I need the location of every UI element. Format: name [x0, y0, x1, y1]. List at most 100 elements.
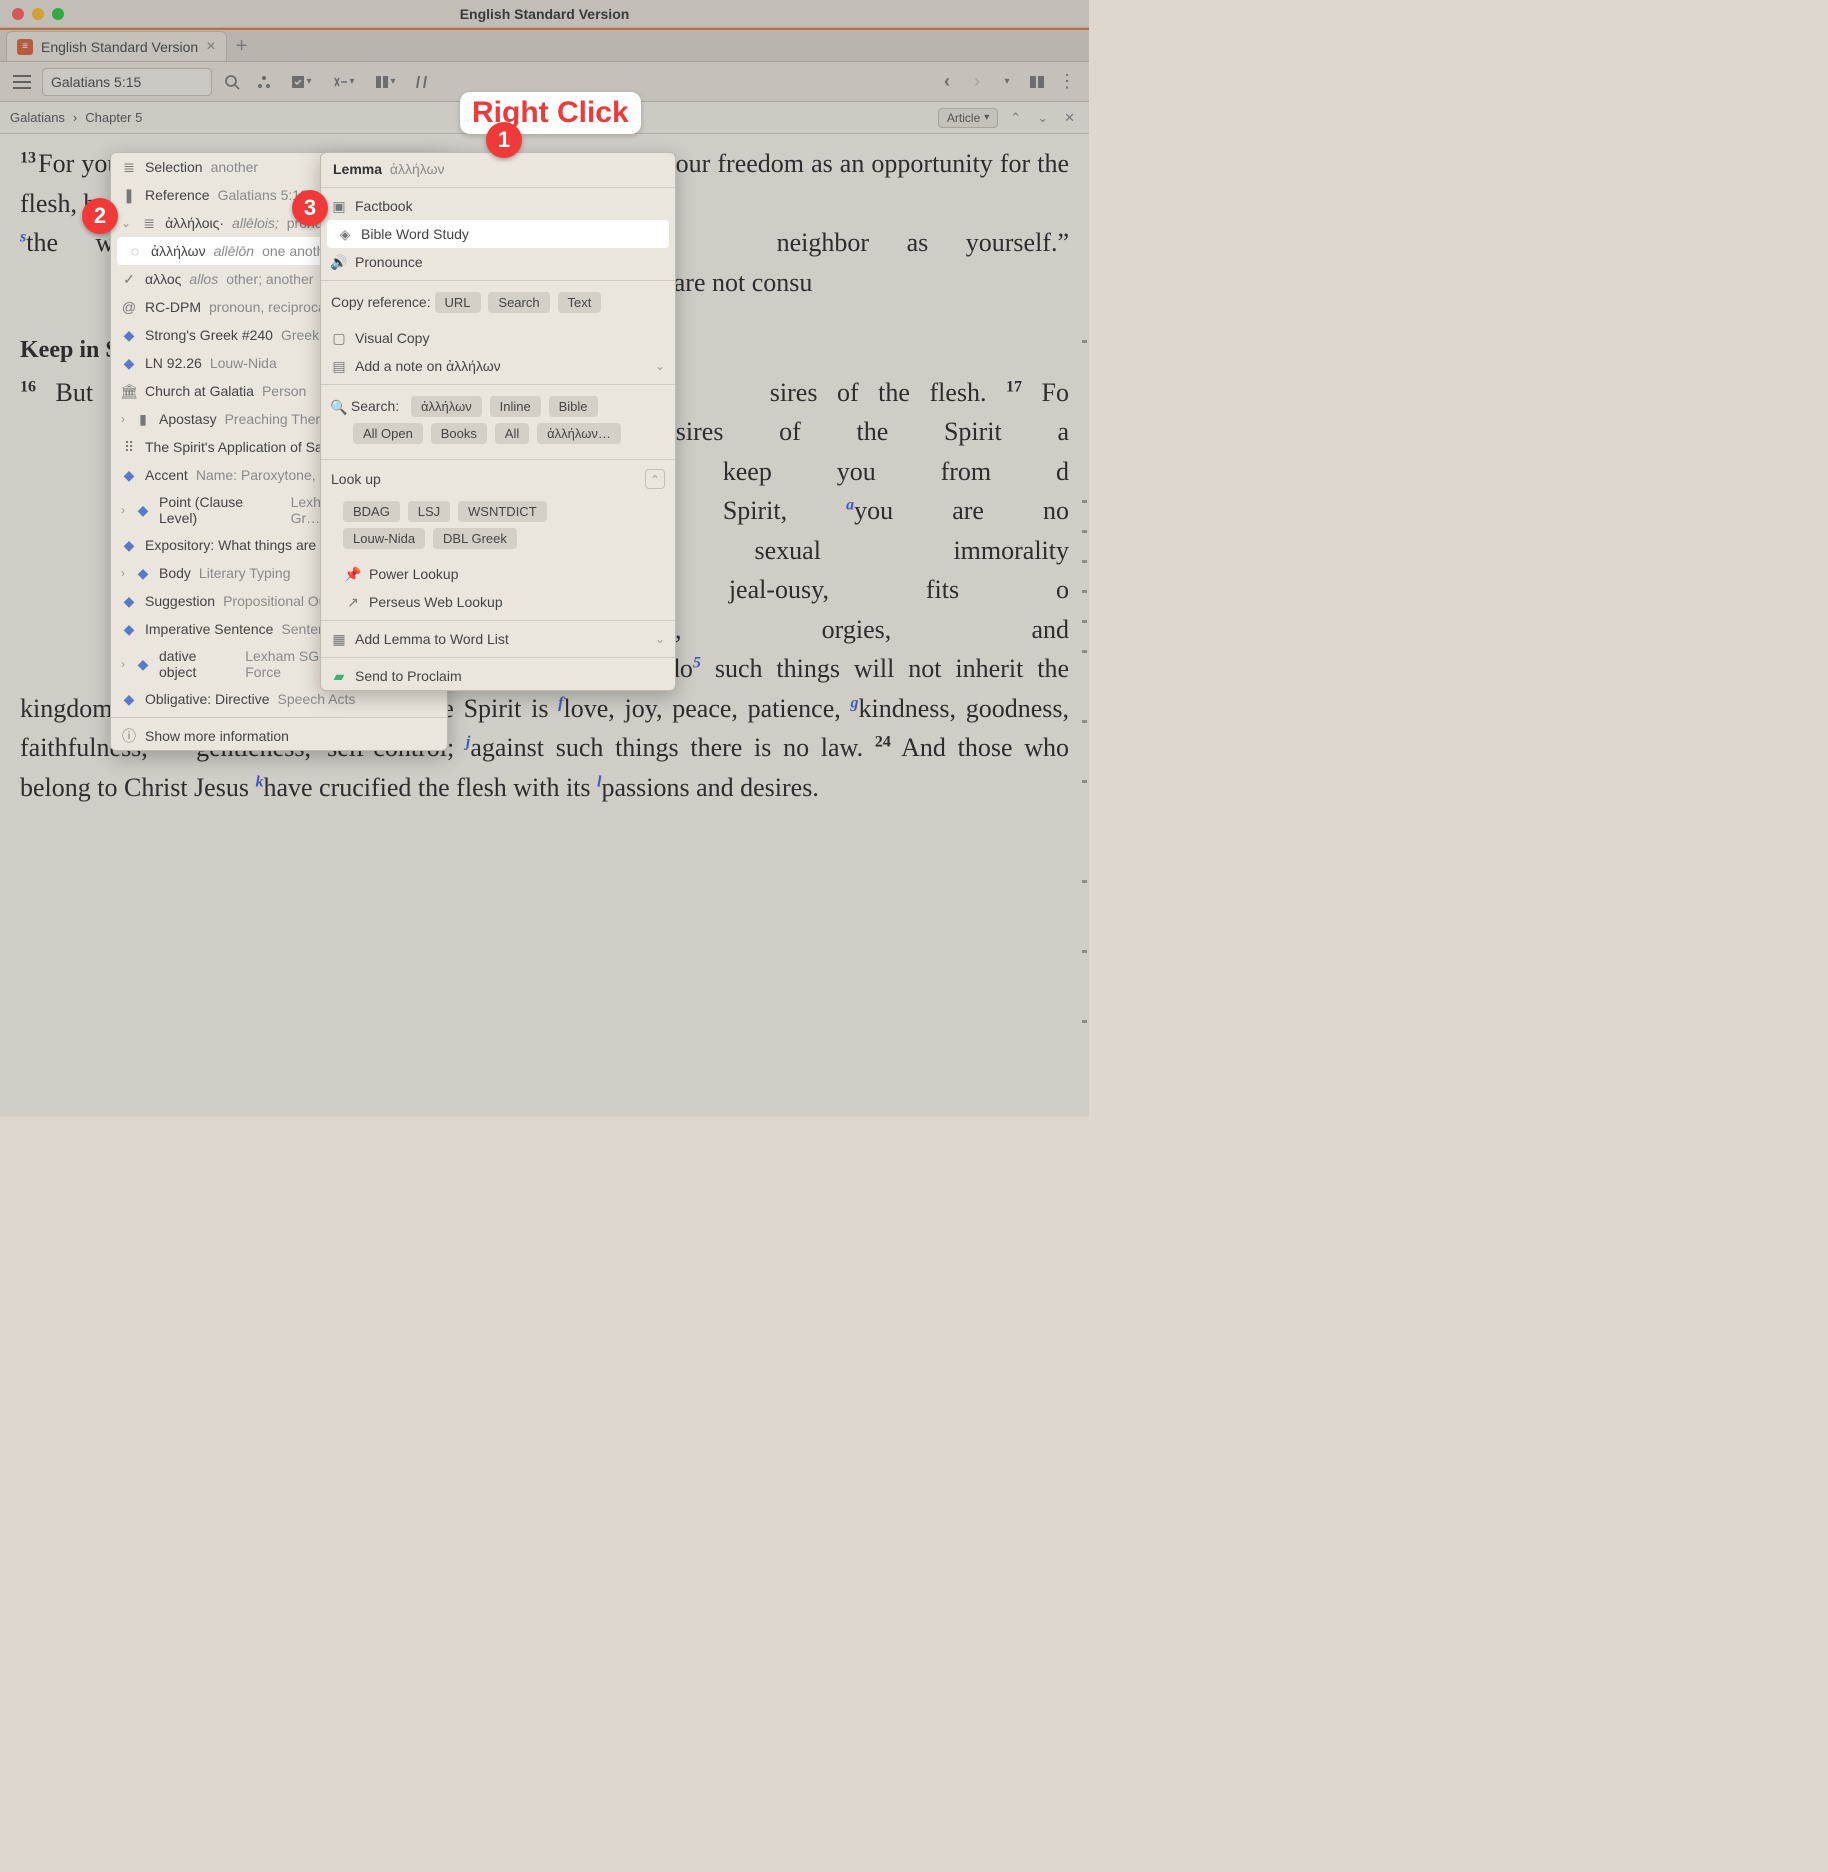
book-icon: ≡	[17, 39, 33, 55]
verse-num-16: 16	[20, 378, 36, 395]
reference-input[interactable]: Galatians 5:15	[42, 68, 212, 96]
nav-dropdown-icon[interactable]: ▾	[995, 70, 1019, 94]
ctx-power-lookup[interactable]: 📌 Power Lookup	[321, 560, 675, 588]
breadcrumb-chapter[interactable]: Chapter 5	[85, 110, 142, 125]
pill-louw[interactable]: Louw-Nida	[343, 528, 425, 549]
chevron-up-icon[interactable]: ⌃	[645, 469, 665, 489]
pill-lemma[interactable]: ἀλλήλων	[411, 396, 482, 417]
minimap-scrollbar[interactable]	[1082, 160, 1089, 1109]
hamburger-icon	[13, 75, 31, 89]
context-menu-actions: Lemma ἀλλήλων ▣ Factbook ◈ Bible Word St…	[320, 152, 676, 691]
menu-button[interactable]	[10, 70, 34, 94]
minimize-window-btn[interactable]	[32, 8, 44, 20]
pill-text[interactable]: Text	[558, 292, 602, 313]
pill-lsj[interactable]: LSJ	[408, 501, 450, 522]
chevron-down-icon: ⌄	[655, 632, 665, 646]
diamond-icon: ◆	[135, 502, 151, 518]
parallel-icon[interactable]	[410, 70, 434, 94]
panel-toggle-icon[interactable]	[1025, 70, 1049, 94]
bws-icon: ◈	[337, 226, 353, 242]
pill-bible[interactable]: Bible	[549, 396, 598, 417]
diamond-icon: ◆	[121, 327, 137, 343]
link-icon[interactable]: ▾	[326, 70, 360, 94]
flag-icon: ▰	[331, 668, 347, 684]
pill-books[interactable]: Books	[431, 423, 487, 444]
pill-wsnt[interactable]: WSNTDICT	[458, 501, 547, 522]
ctx-perseus[interactable]: ↗ Perseus Web Lookup	[321, 588, 675, 616]
diamond-icon: ◆	[121, 355, 137, 371]
ctx-factbook[interactable]: ▣ Factbook	[321, 192, 675, 220]
chevron-right-icon: ›	[121, 412, 125, 426]
diamond-icon: ◆	[135, 656, 151, 672]
note-icon: ▤	[331, 358, 347, 374]
close-window-btn[interactable]	[12, 8, 24, 20]
ctx-lookup-header[interactable]: Look up ⌃	[321, 464, 675, 494]
search-icon: 🔍	[331, 399, 347, 415]
pill-search[interactable]: Search	[488, 292, 549, 313]
more-icon[interactable]: ⋮	[1055, 70, 1079, 94]
pin-icon: 📌	[345, 566, 361, 582]
diamond-icon: ◆	[121, 691, 137, 707]
pill-all[interactable]: All	[495, 423, 529, 444]
related-icon[interactable]	[252, 70, 276, 94]
reference-text: Galatians 5:15	[51, 74, 141, 90]
tab-esv[interactable]: ≡ English Standard Version ×	[6, 31, 227, 61]
breadcrumb-book[interactable]: Galatians	[10, 110, 65, 125]
tab-label: English Standard Version	[41, 39, 198, 55]
section-up-icon[interactable]: ⌃	[1006, 110, 1025, 126]
callout-right-click: Right Click	[460, 92, 641, 134]
at-icon: @	[121, 299, 137, 315]
pill-bdag[interactable]: BDAG	[343, 501, 400, 522]
ctx-search-section: 🔍 Search: ἀλλήλων Inline Bible All Open …	[321, 389, 675, 455]
close-panel-icon[interactable]: ✕	[1060, 110, 1079, 126]
close-tab-icon[interactable]: ×	[206, 38, 215, 56]
columns-icon[interactable]: ▾	[368, 70, 402, 94]
footnote-5[interactable]: 5	[693, 654, 701, 671]
ctx-add-note[interactable]: ▤ Add a note on ἀλλήλων ⌄	[321, 352, 675, 380]
diamond-icon: ◆	[135, 565, 151, 581]
ctx-bible-word-study[interactable]: ◈ Bible Word Study	[327, 220, 669, 248]
notes-icon[interactable]: ▾	[284, 70, 318, 94]
verse-num-17: 17	[1006, 378, 1022, 395]
lines-icon: ≣	[141, 215, 157, 231]
diamond-icon: ◆	[121, 467, 137, 483]
ctx-show-more[interactable]: ⓘ Show more information	[111, 722, 447, 750]
nav-back-icon[interactable]: ‹	[935, 70, 959, 94]
ctx-visual-copy[interactable]: ▢ Visual Copy	[321, 324, 675, 352]
diamond-icon: ◆	[121, 537, 137, 553]
verse-num-24: 24	[875, 734, 891, 751]
diamond-icon: ◆	[121, 621, 137, 637]
ctx-pronounce[interactable]: 🔊 Pronounce	[321, 248, 675, 276]
pill-inline[interactable]: Inline	[490, 396, 541, 417]
flag-icon: ▮	[135, 411, 151, 427]
ctx-send-proclaim[interactable]: ▰ Send to Proclaim	[321, 662, 675, 690]
image-icon: ▢	[331, 330, 347, 346]
pill-url[interactable]: URL	[435, 292, 481, 313]
list-icon: ▦	[331, 631, 347, 647]
window-title: English Standard Version	[0, 6, 1089, 22]
pill-dbl[interactable]: DBL Greek	[433, 528, 517, 549]
pill-lemma-ellipsis[interactable]: ἀλλήλων…	[537, 423, 621, 444]
pill-all-open[interactable]: All Open	[353, 423, 423, 444]
callout-1: 1	[486, 122, 522, 158]
new-tab-button[interactable]: +	[227, 31, 257, 61]
article-dropdown[interactable]: Article▾	[938, 108, 998, 128]
selection-icon: ≣	[121, 159, 137, 175]
tab-strip: ≡ English Standard Version × +	[0, 28, 1089, 62]
chevron-down-icon: ⌄	[121, 216, 131, 230]
maximize-window-btn[interactable]	[52, 8, 64, 20]
callout-2: 2	[82, 198, 118, 234]
check-icon: ✓	[121, 271, 137, 287]
ctx-add-wordlist[interactable]: ▦ Add Lemma to Word List ⌄	[321, 625, 675, 653]
nav-fwd-icon[interactable]: ›	[965, 70, 989, 94]
chevron-right-icon: ›	[121, 657, 125, 671]
ctx-copy-reference: Copy reference: URL Search Text	[321, 285, 675, 324]
search-icon[interactable]	[220, 70, 244, 94]
diamond-icon: ◆	[121, 593, 137, 609]
footnote-a[interactable]: a	[846, 496, 854, 513]
ctx-lookup-pills: BDAG LSJ WSNTDICT Louw-Nida DBL Greek	[321, 494, 675, 560]
circle-arrow-icon: ◌	[127, 243, 143, 259]
chevron-right-icon: ›	[121, 503, 125, 517]
chevron-right-icon: ›	[73, 110, 77, 125]
section-down-icon[interactable]: ⌄	[1033, 110, 1052, 126]
